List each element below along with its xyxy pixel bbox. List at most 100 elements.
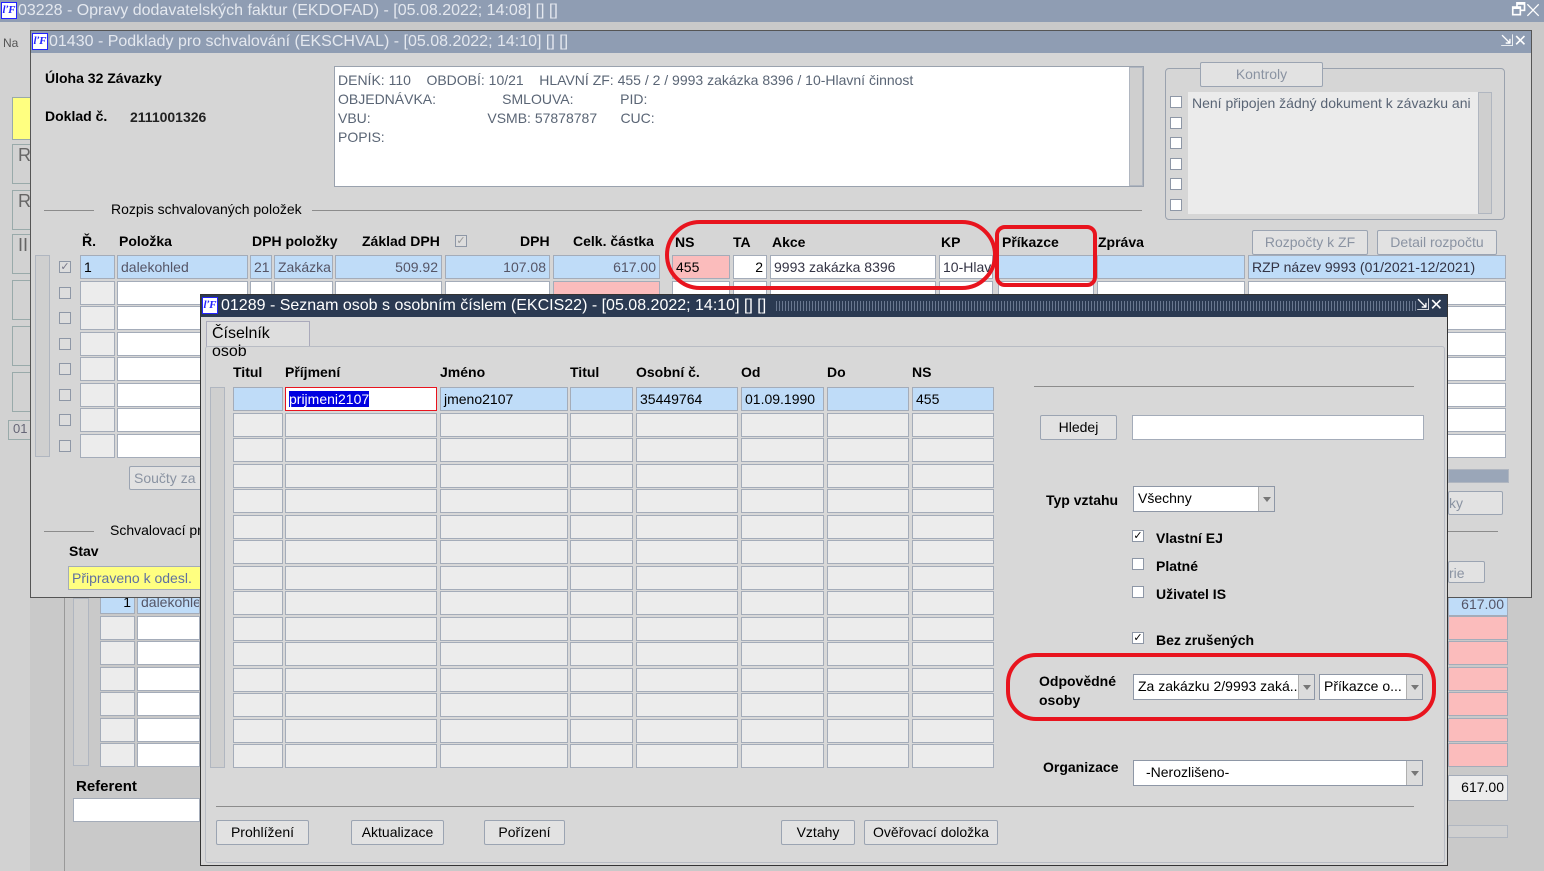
dialog-cell[interactable] bbox=[912, 616, 994, 641]
dialog-cell[interactable] bbox=[233, 412, 283, 437]
row-checkbox[interactable] bbox=[59, 286, 71, 299]
lower-cell[interactable] bbox=[1448, 717, 1508, 742]
lower-cell[interactable] bbox=[100, 743, 135, 767]
person-do[interactable] bbox=[827, 387, 909, 411]
dialog-cell[interactable] bbox=[285, 693, 437, 717]
dialog-cell[interactable] bbox=[440, 412, 568, 437]
dialog-cell[interactable] bbox=[912, 463, 994, 488]
dialog-cell[interactable] bbox=[827, 693, 909, 717]
dialog-cell[interactable] bbox=[741, 438, 824, 462]
lower-cell[interactable] bbox=[137, 641, 200, 665]
dialog-titlebar[interactable]: ľF 01289 - Seznam osob s osobním číslem … bbox=[201, 295, 1447, 317]
dialog-cell[interactable] bbox=[636, 514, 738, 539]
person-titul2[interactable] bbox=[570, 387, 633, 411]
dialog-cell[interactable] bbox=[285, 463, 437, 488]
dialog-cell[interactable] bbox=[440, 438, 568, 462]
dialog-cell[interactable] bbox=[912, 591, 994, 615]
dialog-cell[interactable] bbox=[440, 540, 568, 564]
dialog-cell[interactable] bbox=[570, 718, 633, 743]
dialog-cell[interactable] bbox=[636, 565, 738, 590]
dialog-cell[interactable] bbox=[912, 718, 994, 743]
dialog-cell[interactable] bbox=[827, 438, 909, 462]
dialog-cell[interactable] bbox=[570, 540, 633, 564]
dialog-cell[interactable] bbox=[827, 540, 909, 564]
dialog-cell[interactable] bbox=[912, 642, 994, 666]
minimize-close-icons[interactable]: ⇲✕ bbox=[1500, 31, 1527, 53]
lower-cell[interactable] bbox=[137, 717, 200, 742]
tab-ciselnik-osob[interactable]: Číselník osob bbox=[206, 321, 310, 360]
row-checkbox[interactable] bbox=[59, 414, 71, 426]
dialog-cell[interactable] bbox=[440, 616, 568, 641]
dialog-cell[interactable] bbox=[741, 565, 824, 590]
dialog-cell[interactable] bbox=[285, 565, 437, 590]
dialog-cell[interactable] bbox=[741, 489, 824, 513]
hledej-button[interactable]: Hledej bbox=[1040, 415, 1117, 440]
dialog-cell[interactable] bbox=[285, 514, 437, 539]
row-checkbox[interactable] bbox=[59, 337, 71, 350]
dialog-cell[interactable] bbox=[233, 489, 283, 513]
restore-close-icons[interactable]: 🗗✕ bbox=[1511, 0, 1540, 22]
dialog-cell[interactable] bbox=[285, 616, 437, 641]
row1-polozka[interactable]: dalekohled bbox=[117, 255, 248, 279]
dialog-cell[interactable] bbox=[741, 514, 824, 539]
lower-cell[interactable] bbox=[100, 615, 135, 640]
dialog-cell[interactable] bbox=[827, 463, 909, 488]
dialog-cell[interactable] bbox=[440, 463, 568, 488]
dialog-cell[interactable] bbox=[827, 642, 909, 666]
dialog-cell[interactable] bbox=[741, 540, 824, 564]
lower-cell[interactable] bbox=[137, 666, 200, 691]
dialog-cell[interactable] bbox=[912, 438, 994, 462]
dialog-cell[interactable] bbox=[636, 693, 738, 717]
dialog-cell[interactable] bbox=[636, 463, 738, 488]
lower-cell[interactable] bbox=[1448, 641, 1508, 665]
typ-vztahu-select[interactable]: Všechny bbox=[1133, 486, 1275, 512]
dialog-cell[interactable] bbox=[233, 463, 283, 488]
dialog-cell[interactable] bbox=[827, 667, 909, 692]
dialog-cell[interactable] bbox=[827, 744, 909, 768]
dialog-cell[interactable] bbox=[741, 642, 824, 666]
checkbox-1[interactable] bbox=[1132, 558, 1144, 570]
dialog-cell[interactable] bbox=[233, 591, 283, 615]
dialog-cell[interactable] bbox=[570, 616, 633, 641]
kontroly-item[interactable]: Není připojen žádný dokument k závazku a… bbox=[1192, 95, 1472, 111]
row-checkbox[interactable] bbox=[59, 388, 71, 401]
dialog-cell[interactable] bbox=[570, 591, 633, 615]
row1-dph-sazba[interactable]: 21 bbox=[250, 255, 272, 279]
dialog-cell[interactable] bbox=[912, 693, 994, 717]
dialog-cell[interactable] bbox=[741, 744, 824, 768]
dialog-cell[interactable] bbox=[440, 489, 568, 513]
dialog-grid-scrollbar[interactable] bbox=[210, 387, 225, 768]
dialog-cell[interactable] bbox=[741, 591, 824, 615]
dialog-cell[interactable] bbox=[285, 667, 437, 692]
dialog-cell[interactable] bbox=[285, 718, 437, 743]
checkbox-3[interactable]: ✓ bbox=[1132, 632, 1144, 644]
referent-input[interactable] bbox=[73, 798, 200, 822]
dialog-cell[interactable] bbox=[570, 463, 633, 488]
dialog-cell[interactable] bbox=[912, 667, 994, 692]
dialog-cell[interactable] bbox=[233, 667, 283, 692]
porizeni-button[interactable]: Pořízení bbox=[484, 820, 565, 845]
dialog-cell[interactable] bbox=[827, 412, 909, 437]
kontroly-checkbox[interactable] bbox=[1170, 137, 1182, 149]
dialog-cell[interactable] bbox=[636, 489, 738, 513]
dialog-cell[interactable] bbox=[570, 565, 633, 590]
row-checkbox[interactable] bbox=[59, 363, 71, 375]
kontroly-checkbox[interactable] bbox=[1170, 157, 1182, 170]
right-button-2[interactable]: rie bbox=[1448, 561, 1485, 583]
dialog-cell[interactable] bbox=[827, 489, 909, 513]
right-button-1[interactable]: ky bbox=[1448, 491, 1503, 515]
dialog-cell[interactable] bbox=[285, 412, 437, 437]
dialog-cell[interactable] bbox=[233, 744, 283, 768]
dialog-cell[interactable] bbox=[440, 744, 568, 768]
soucty-button[interactable]: Součty za bbox=[129, 466, 204, 490]
dialog-cell[interactable] bbox=[636, 591, 738, 615]
person-ns[interactable]: 455 bbox=[912, 387, 994, 411]
odpovedne-select-2[interactable]: Příkazce o... bbox=[1319, 674, 1423, 700]
dialog-cell[interactable] bbox=[827, 591, 909, 615]
dialog-cell[interactable] bbox=[636, 642, 738, 666]
dialog-cell[interactable] bbox=[233, 438, 283, 462]
dialog-cell[interactable] bbox=[827, 718, 909, 743]
person-od[interactable]: 01.09.1990 bbox=[741, 387, 824, 411]
dialog-cell[interactable] bbox=[440, 591, 568, 615]
items-scrollbar[interactable] bbox=[35, 255, 50, 457]
